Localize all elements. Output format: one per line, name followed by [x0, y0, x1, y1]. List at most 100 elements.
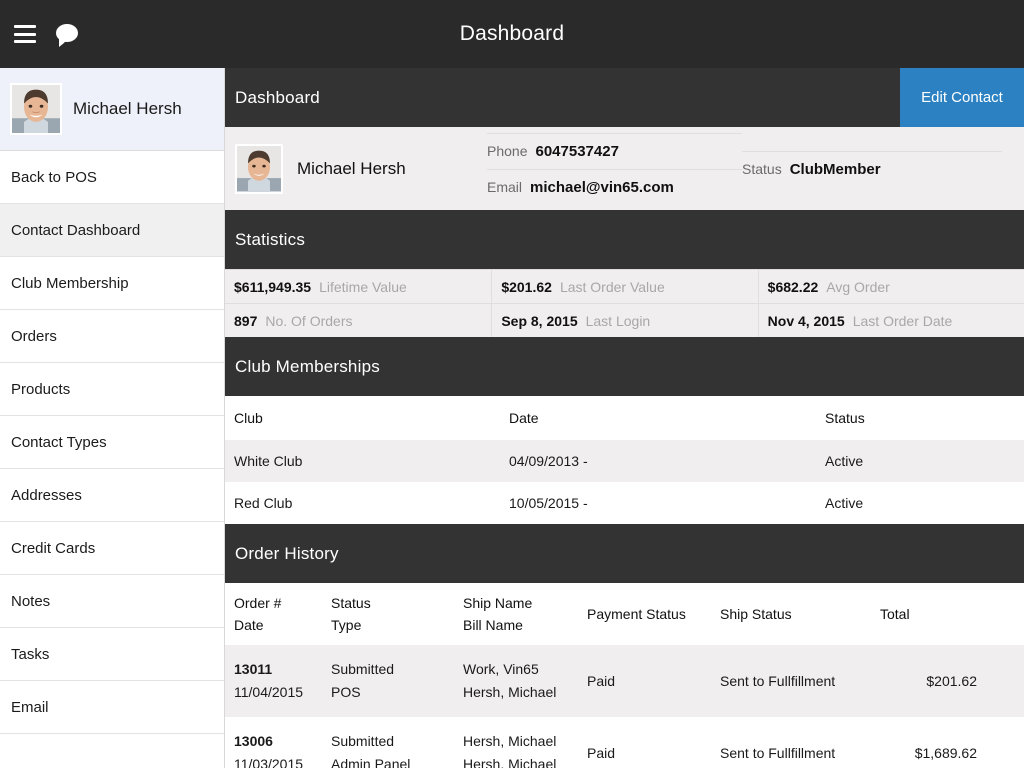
table-body: 13011 11/04/2015 Submitted POS Work, Vin65 He…	[225, 645, 1024, 768]
phone-label: Phone	[487, 143, 528, 159]
cell-status: Submitted POS	[322, 645, 454, 717]
stat-value: Nov 4, 2015	[767, 312, 845, 329]
sidebar-item-orders[interactable]: Orders	[0, 310, 224, 363]
col-bill-name-label: Bill Name	[463, 617, 523, 633]
table-row[interactable]: 13011 11/04/2015 Submitted POS Work, Vin65 He…	[225, 645, 1024, 717]
table-row[interactable]: Red Club 10/05/2015 - Active	[225, 482, 1024, 524]
stat-last-login: Sep 8, 2015 Last Login	[491, 303, 758, 337]
stat-caption: Last Login	[585, 312, 651, 329]
sidebar-item-credit-cards[interactable]: Credit Cards	[0, 522, 224, 575]
cell-order-number-line2: 11/04/2015	[234, 684, 304, 700]
club-memberships-header: Club Memberships	[225, 337, 1024, 396]
sidebar-item-products[interactable]: Products	[0, 363, 224, 416]
cell-order-number-line2: 11/03/2015	[234, 756, 304, 768]
sidebar: Michael Hersh Back to POS Contact Dashboa…	[0, 68, 225, 768]
sidebar-item-addresses[interactable]: Addresses	[0, 469, 224, 522]
table-header-row: Club Date Status	[225, 396, 1024, 440]
sidebar-item-label: Contact Types	[11, 433, 107, 451]
stat-value: Sep 8, 2015	[501, 312, 578, 329]
stat-caption: Avg Order	[826, 278, 890, 295]
hamburger-icon[interactable]	[14, 25, 36, 43]
main-content: Dashboard Edit Contact Michael Hersh Pho…	[225, 68, 1024, 768]
hamburger-bar	[14, 32, 36, 36]
stat-caption: Lifetime Value	[319, 278, 407, 295]
stat-value: $611,949.35	[234, 278, 312, 295]
cell-payment-status: Paid	[587, 745, 616, 761]
top-app-bar: Dashboard	[0, 0, 1024, 68]
statistics-column: $682.22 Avg Order Nov 4, 2015 Last Order Da…	[757, 269, 1024, 337]
stat-caption: Last Order Value	[559, 278, 665, 295]
edit-contact-button[interactable]: Edit Contact	[900, 68, 1024, 127]
order-history-table: Order # Date Status Type Ship Name Bill …	[225, 583, 1024, 768]
cell-status: Submitted Admin Panel	[322, 717, 454, 768]
sidebar-item-contact-types[interactable]: Contact Types	[0, 416, 224, 469]
sidebar-nav: Back to POS Contact Dashboard Club Members…	[0, 151, 224, 734]
stat-last-order-date: Nov 4, 2015 Last Order Date	[757, 303, 1024, 337]
cell-ship-status: Sent to Fullfillment	[720, 673, 836, 689]
sidebar-profile-name: Michael Hersh	[73, 99, 182, 118]
chat-bubble-icon[interactable]	[56, 24, 78, 47]
contact-fields: Phone 6047537427 Email michael@vin65.com…	[487, 127, 1024, 210]
stat-value: $682.22	[767, 278, 819, 295]
table-row[interactable]: White Club 04/09/2013 - Active	[225, 440, 1024, 482]
sidebar-item-tasks[interactable]: Tasks	[0, 628, 224, 681]
stat-last-order-value: $201.62 Last Order Value	[491, 269, 758, 303]
cell-ship-name: Work, Vin65 Hersh, Michael	[454, 645, 578, 717]
sidebar-item-label: Credit Cards	[11, 539, 96, 557]
col-club: Club	[225, 396, 500, 440]
email-value: michael@vin65.com	[530, 178, 674, 196]
sidebar-item-email[interactable]: Email	[0, 681, 224, 734]
phone-value: 6047537427	[535, 142, 619, 160]
cell-date: 10/05/2015 -	[509, 495, 588, 511]
contact-status-column: Status ClubMember	[742, 127, 1002, 210]
hamburger-bar	[14, 25, 36, 28]
cell-status: Active	[825, 453, 864, 469]
sidebar-item-contact-dashboard[interactable]: Contact Dashboard	[0, 204, 224, 257]
email-label: Email	[487, 179, 523, 195]
table-body: White Club 04/09/2013 - Active Red Club 10/0…	[225, 440, 1024, 524]
club-memberships-title: Club Memberships	[235, 356, 380, 376]
statistics-column: $201.62 Last Order Value Sep 8, 2015 Last L…	[491, 269, 758, 337]
chat-bubble-tail	[59, 38, 68, 47]
dashboard-header: Dashboard Edit Contact	[225, 68, 1024, 127]
col-status: Status	[816, 396, 1024, 440]
sidebar-item-club-membership[interactable]: Club Membership	[0, 257, 224, 310]
col-order-number: Order # Date	[225, 583, 322, 645]
col-ship-status: Ship Status	[711, 583, 871, 645]
table-header-row: Order # Date Status Type Ship Name Bill …	[225, 583, 1024, 645]
cell-ship-status: Sent to Fullfillment	[720, 745, 836, 761]
status-label: Status	[742, 161, 782, 177]
col-total: Total	[871, 583, 1024, 645]
stat-caption: Last Order Date	[852, 312, 953, 329]
cell-total: $201.62	[926, 673, 977, 689]
sidebar-item-notes[interactable]: Notes	[0, 575, 224, 628]
col-type-label: Type	[331, 617, 362, 633]
col-payment-status: Payment Status	[578, 583, 711, 645]
page-title: Dashboard	[235, 87, 320, 107]
contact-avatar-photo	[237, 145, 281, 192]
order-history-title: Order History	[235, 543, 339, 563]
sidebar-item-partial[interactable]	[0, 734, 224, 768]
order-history-header: Order History	[225, 524, 1024, 583]
sidebar-item-label: Contact Dashboard	[11, 221, 141, 239]
col-status: Status Type	[322, 583, 454, 645]
cell-status-line2: POS	[331, 684, 361, 700]
cell-status-line1: Submitted	[331, 661, 395, 677]
cell-order-number-line1: 13006	[234, 733, 273, 749]
cell-order-number: 13011 11/04/2015	[225, 645, 322, 717]
club-memberships-table: Club Date Status White Club 04/09/2013 - Act…	[225, 396, 1024, 524]
sidebar-item-back-to-pos[interactable]: Back to POS	[0, 151, 224, 204]
sidebar-item-label: Notes	[11, 592, 51, 610]
statistics-header: Statistics	[225, 210, 1024, 269]
stat-avg-order: $682.22 Avg Order	[757, 269, 1024, 303]
col-ship-name-label: Ship Name	[463, 595, 533, 611]
stat-caption: No. Of Orders	[265, 312, 353, 329]
col-status-label: Status	[331, 595, 371, 611]
cell-status: Active	[825, 495, 864, 511]
table-row[interactable]: 13006 11/03/2015 Submitted Admin Panel Hersh…	[225, 717, 1024, 768]
sidebar-profile[interactable]: Michael Hersh	[0, 68, 224, 151]
contact-phone-row: Phone 6047537427	[487, 132, 742, 169]
cell-status-line1: Submitted	[331, 733, 395, 749]
col-ship-name: Ship Name Bill Name	[454, 583, 578, 645]
hamburger-bar	[14, 40, 36, 43]
